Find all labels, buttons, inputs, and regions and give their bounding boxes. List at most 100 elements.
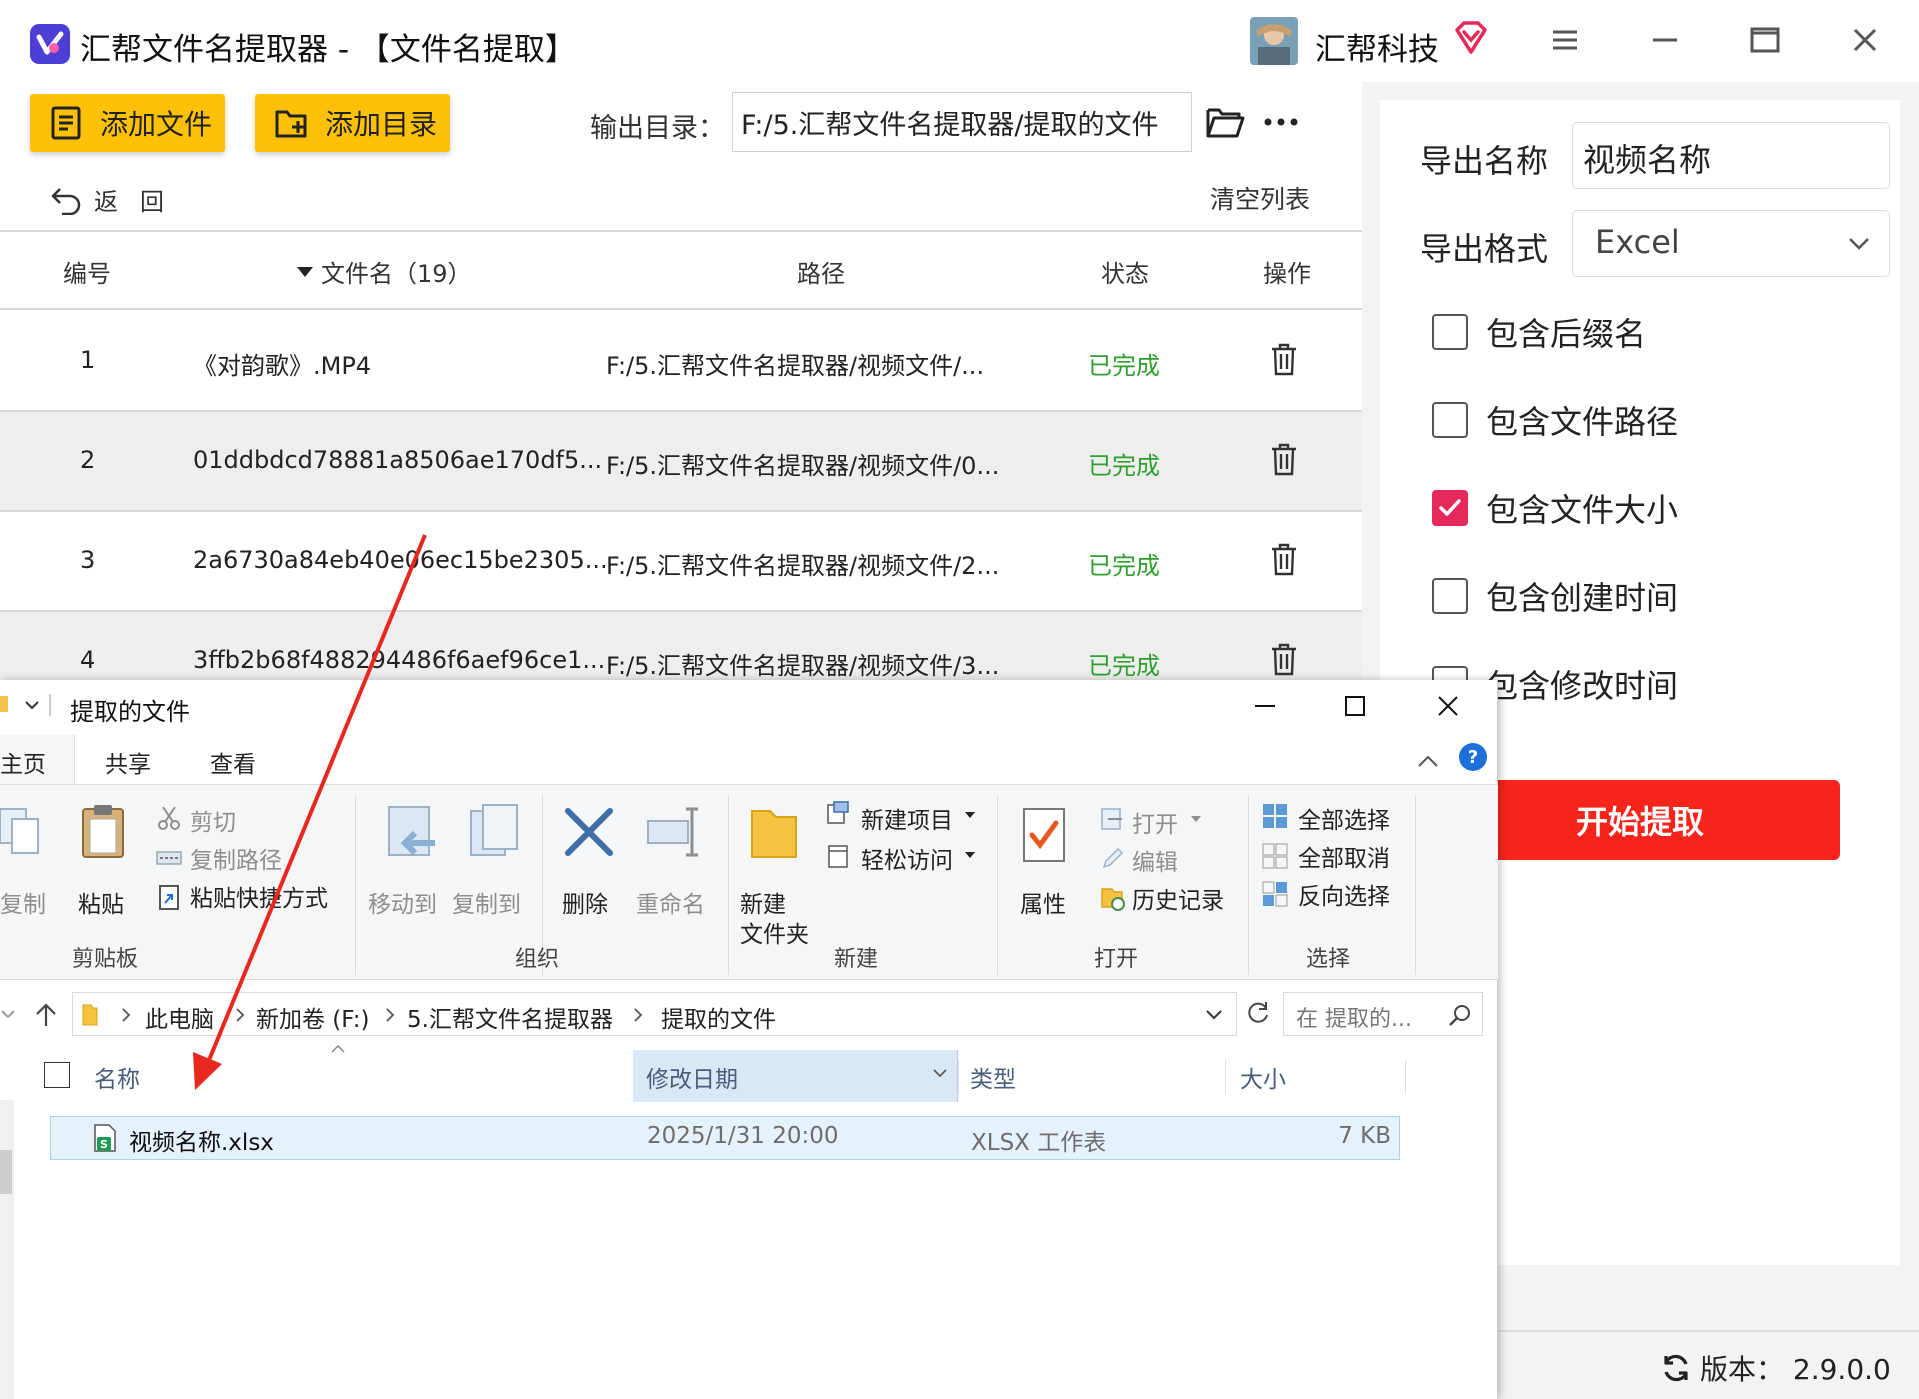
- option-include-size[interactable]: 包含文件大小: [1432, 486, 1678, 530]
- col-type[interactable]: 类型: [970, 1060, 1016, 1094]
- new-item-icon[interactable]: [826, 801, 850, 825]
- history-label[interactable]: 历史记录: [1132, 881, 1224, 915]
- col-filename[interactable]: 文件名（19）: [295, 254, 472, 289]
- checkbox[interactable]: [1432, 314, 1468, 350]
- help-icon[interactable]: ?: [1458, 742, 1488, 772]
- select-none-label[interactable]: 全部取消: [1298, 839, 1390, 873]
- breadcrumb-drive[interactable]: 新加卷 (F:): [256, 1000, 369, 1034]
- rename-icon[interactable]: [646, 805, 702, 859]
- up-arrow-icon[interactable]: [34, 1002, 58, 1028]
- search-icon[interactable]: [1448, 1003, 1472, 1027]
- copy-path-icon[interactable]: [156, 849, 182, 867]
- copy-label[interactable]: 复制: [0, 885, 46, 919]
- select-all-icon[interactable]: [1262, 803, 1288, 829]
- history-icon[interactable]: [1100, 885, 1126, 911]
- delete-icon[interactable]: [562, 805, 616, 859]
- tab-home[interactable]: 主页: [0, 745, 46, 779]
- rename-label[interactable]: 重命名: [636, 885, 705, 919]
- chevron-up-icon[interactable]: [1416, 750, 1440, 774]
- select-all-checkbox[interactable]: [44, 1062, 70, 1088]
- output-dir-input[interactable]: F:/5.汇帮文件名提取器/提取的文件: [732, 92, 1192, 152]
- export-format-select[interactable]: Excel: [1572, 210, 1890, 277]
- trash-icon[interactable]: [1270, 342, 1298, 376]
- back-button[interactable]: 返回: [50, 182, 186, 217]
- export-name-input[interactable]: 视频名称: [1572, 122, 1890, 189]
- invert-selection-label[interactable]: 反向选择: [1298, 877, 1390, 911]
- checkbox-checked[interactable]: [1432, 490, 1468, 526]
- scrollbar-thumb[interactable]: [0, 1150, 12, 1194]
- move-to-icon[interactable]: [385, 803, 441, 863]
- breadcrumb-folder[interactable]: 5.汇帮文件名提取器: [407, 1000, 613, 1034]
- copy-to-label[interactable]: 复制到: [452, 885, 521, 919]
- paste-label[interactable]: 粘贴: [78, 885, 124, 919]
- avatar[interactable]: [1250, 17, 1298, 65]
- option-include-extension[interactable]: 包含后缀名: [1432, 310, 1646, 354]
- tab-share[interactable]: 共享: [105, 745, 151, 779]
- maximize-icon[interactable]: [1745, 20, 1785, 60]
- quick-access-toolbar-icon[interactable]: [0, 690, 52, 720]
- close-icon[interactable]: [1845, 20, 1885, 60]
- file-row[interactable]: S 视频名称.xlsx 2025/1/31 20:00 XLSX 工作表 7 K…: [50, 1116, 1400, 1160]
- col-path[interactable]: 路径: [797, 254, 845, 289]
- menu-icon[interactable]: [1545, 20, 1585, 60]
- clear-list-button[interactable]: 清空列表: [1210, 180, 1310, 216]
- move-to-label[interactable]: 移动到: [368, 885, 437, 919]
- trash-icon[interactable]: [1270, 542, 1298, 576]
- copy-to-icon[interactable]: [467, 803, 523, 863]
- trash-icon[interactable]: [1270, 642, 1298, 676]
- minimize-icon[interactable]: [1253, 694, 1277, 718]
- open-icon[interactable]: [1100, 807, 1124, 831]
- new-folder-icon[interactable]: [748, 805, 800, 861]
- edit-icon[interactable]: [1100, 847, 1124, 871]
- tab-view[interactable]: 查看: [210, 745, 256, 779]
- easy-access-label[interactable]: 轻松访问: [861, 841, 953, 875]
- chevron-down-icon[interactable]: [1205, 1007, 1223, 1023]
- paste-icon[interactable]: [80, 803, 126, 859]
- table-row[interactable]: 2 01ddbdcd78881a8506ae170df5... F:/5.汇帮文…: [0, 412, 1362, 512]
- chevron-down-icon[interactable]: [932, 1066, 948, 1080]
- col-modified[interactable]: 修改日期: [646, 1060, 738, 1094]
- col-number[interactable]: 编号: [63, 254, 111, 289]
- chevron-right-icon[interactable]: [121, 1007, 131, 1023]
- option-include-created[interactable]: 包含创建时间: [1432, 574, 1678, 618]
- table-row[interactable]: 3 2a6730a84eb40e06ec15be2305... F:/5.汇帮文…: [0, 512, 1362, 612]
- refresh-icon[interactable]: [1245, 1000, 1271, 1026]
- copy-path-label[interactable]: 复制路径: [190, 841, 282, 875]
- properties-icon[interactable]: [1020, 805, 1068, 865]
- maximize-icon[interactable]: [1343, 694, 1367, 718]
- refresh-icon[interactable]: [1660, 1352, 1692, 1384]
- add-directory-button[interactable]: 添加目录: [255, 94, 450, 152]
- select-all-label[interactable]: 全部选择: [1298, 801, 1390, 835]
- minimize-icon[interactable]: [1645, 20, 1685, 60]
- search-input[interactable]: 在 提取的...: [1283, 992, 1483, 1036]
- invert-selection-icon[interactable]: [1262, 881, 1288, 907]
- add-file-button[interactable]: 添加文件: [30, 94, 225, 152]
- trash-icon[interactable]: [1270, 442, 1298, 476]
- chevron-right-icon[interactable]: [235, 1007, 245, 1023]
- easy-access-icon[interactable]: [826, 843, 850, 869]
- address-bar[interactable]: 此电脑 新加卷 (F:) 5.汇帮文件名提取器 提取的文件: [72, 992, 1237, 1036]
- paste-shortcut-icon[interactable]: [158, 883, 180, 911]
- breadcrumb-current[interactable]: 提取的文件: [661, 1000, 776, 1034]
- paste-shortcut-label[interactable]: 粘贴快捷方式: [190, 879, 328, 913]
- folder-open-icon[interactable]: [1205, 104, 1245, 140]
- vip-diamond-icon[interactable]: [1453, 20, 1489, 56]
- chevron-right-icon[interactable]: [633, 1007, 643, 1023]
- delete-label[interactable]: 删除: [562, 885, 608, 919]
- select-none-icon[interactable]: [1262, 843, 1288, 869]
- start-extract-button[interactable]: 开始提取: [1440, 780, 1840, 860]
- col-name[interactable]: 名称: [94, 1060, 140, 1094]
- col-size[interactable]: 大小: [1240, 1060, 1286, 1094]
- edit-label[interactable]: 编辑: [1132, 843, 1178, 877]
- cut-label[interactable]: 剪切: [190, 803, 236, 837]
- new-folder-label-2[interactable]: 文件夹: [740, 915, 809, 949]
- cut-icon[interactable]: [158, 805, 180, 831]
- new-folder-label-1[interactable]: 新建: [740, 885, 786, 919]
- checkbox[interactable]: [1432, 402, 1468, 438]
- breadcrumb-this-pc[interactable]: 此电脑: [145, 1000, 214, 1034]
- more-options-icon[interactable]: [1263, 112, 1299, 132]
- close-icon[interactable]: [1436, 694, 1460, 718]
- chevron-down-icon[interactable]: [0, 1004, 16, 1024]
- open-label[interactable]: 打开: [1132, 805, 1178, 839]
- chevron-right-icon[interactable]: [385, 1007, 395, 1023]
